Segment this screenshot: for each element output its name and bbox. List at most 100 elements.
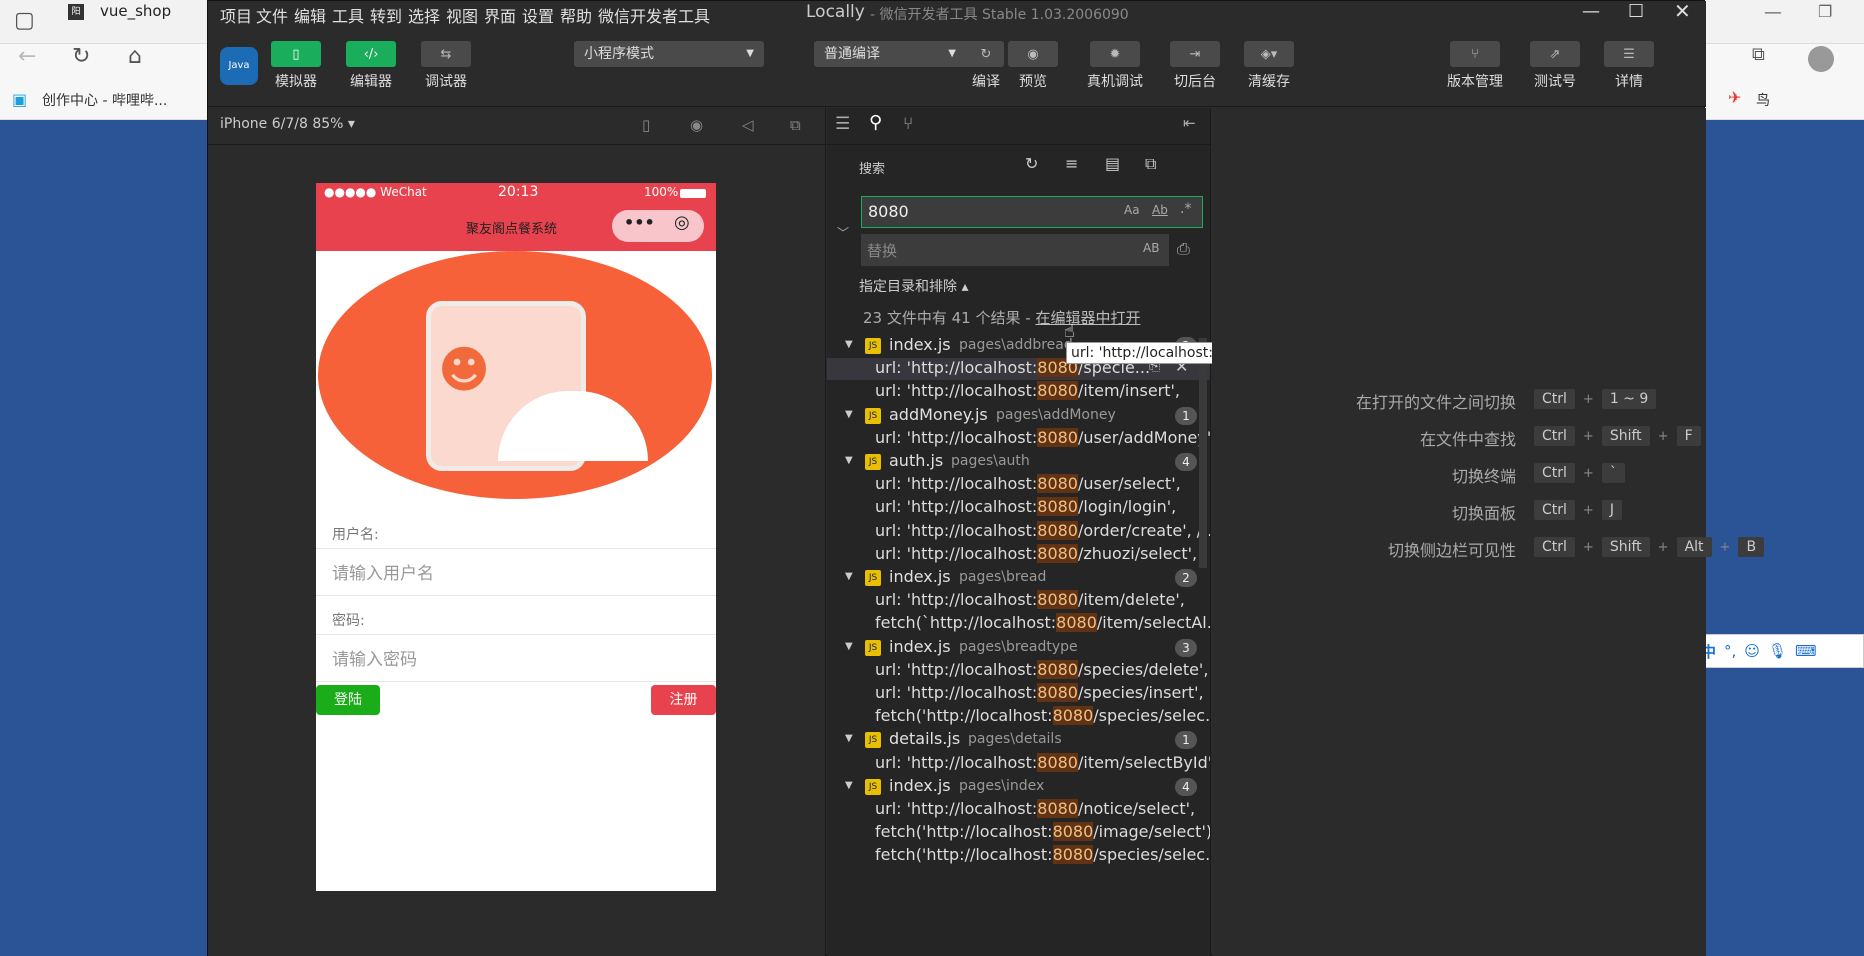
menu-item[interactable]: 项目 xyxy=(220,3,252,27)
menu-item[interactable]: 设置 xyxy=(522,3,554,27)
device-select[interactable]: iPhone 6/7/8 85% ▾ xyxy=(220,116,355,132)
result-line[interactable]: fetch('http://localhost:8080/image/selec… xyxy=(827,822,1210,844)
menu-item[interactable]: 选择 xyxy=(408,3,440,27)
keyboard-icon[interactable]: ⌨ xyxy=(1795,642,1817,660)
project-avatar[interactable]: Java xyxy=(220,47,258,85)
result-line[interactable]: fetch('http://localhost:8080/species/sel… xyxy=(827,706,1210,728)
collections-icon[interactable]: ⧉ xyxy=(1752,44,1765,65)
record-icon[interactable]: ◉ xyxy=(690,116,703,134)
git-icon[interactable]: ⑂ xyxy=(903,114,913,134)
browser-tab-title[interactable]: vue_shop xyxy=(100,2,171,20)
browser-minimize-icon[interactable]: — xyxy=(1764,2,1782,23)
regex-icon[interactable]: .* xyxy=(1180,201,1191,217)
result-line[interactable]: url: 'http://localhost:8080/user/addMone… xyxy=(827,427,1210,450)
sidebar-toggle-icon[interactable]: ▢ xyxy=(14,8,35,33)
real-debug-button[interactable]: ✹ xyxy=(1090,41,1140,67)
whole-word-icon[interactable]: Ab xyxy=(1152,203,1168,217)
menu-item[interactable]: 转到 xyxy=(370,3,402,27)
more-icon[interactable]: ••• xyxy=(624,213,655,232)
expand-arrow-icon[interactable]: ▼ xyxy=(845,780,853,791)
browser-restore-icon[interactable]: ❐ xyxy=(1818,2,1832,21)
close-icon[interactable]: ✕ xyxy=(1674,0,1691,23)
menu-item[interactable]: 微信开发者工具 xyxy=(598,3,710,27)
test-account-button[interactable]: ⇗ xyxy=(1530,41,1580,67)
explorer-icon[interactable]: ☰ xyxy=(835,114,850,134)
clear-cache-button[interactable]: ◈▾ xyxy=(1244,41,1294,67)
expand-arrow-icon[interactable]: ▼ xyxy=(845,339,853,350)
login-button[interactable]: 登陆 xyxy=(316,685,380,715)
search-input[interactable]: 8080 Aa Ab .* xyxy=(861,196,1203,228)
result-line[interactable]: url: 'http://localhost:8080/order/create… xyxy=(827,520,1210,543)
result-line[interactable]: url: 'http://localhost:8080/item/selectB… xyxy=(827,752,1210,775)
search-icon[interactable]: ⚲ xyxy=(869,112,882,133)
home-icon[interactable]: ⌂ xyxy=(128,44,142,69)
result-line[interactable]: fetch('http://localhost:8080/species/sel… xyxy=(827,845,1210,867)
toggle-replace-icon[interactable]: ﹀ xyxy=(837,224,849,241)
expand-arrow-icon[interactable]: ▼ xyxy=(845,571,853,582)
mic-icon[interactable]: 🎙 xyxy=(1768,642,1787,660)
scope-toggle[interactable]: 指定目录和排除 ▴ xyxy=(859,276,968,296)
compile-button[interactable]: ↻ xyxy=(968,41,1004,67)
result-file-row[interactable]: ▼ JS addMoney.js pages\addMoney 1 xyxy=(827,405,1210,427)
profile-avatar[interactable] xyxy=(1808,46,1834,72)
menu-item[interactable]: 工具 xyxy=(332,3,364,27)
emoji-icon[interactable]: ☺ xyxy=(1744,642,1760,660)
menu-item[interactable]: 视图 xyxy=(446,3,478,27)
result-line[interactable]: url: 'http://localhost:8080/login/login'… xyxy=(827,497,1210,519)
details-button[interactable]: ☰ xyxy=(1604,41,1654,67)
close-capsule-icon[interactable]: ◎ xyxy=(674,212,690,233)
menu-item[interactable]: 界面 xyxy=(484,3,516,27)
expand-arrow-icon[interactable]: ▼ xyxy=(845,641,853,652)
capsule-menu[interactable]: ••• ◎ xyxy=(612,210,704,242)
minimize-icon[interactable]: — xyxy=(1582,1,1600,22)
bookmark-item[interactable]: 创作中心 - 哔哩哔... xyxy=(42,90,167,110)
match-case-icon[interactable]: Aa xyxy=(1124,203,1140,217)
replace-all-icon[interactable]: ⎙ xyxy=(1177,239,1190,259)
editor-toggle[interactable]: ‹/› xyxy=(346,41,396,67)
expand-arrow-icon[interactable]: ▼ xyxy=(845,733,853,744)
result-line[interactable]: url: 'http://localhost:8080/zhuozi/selec… xyxy=(827,543,1210,566)
result-line[interactable]: url: 'http://localhost:8080/item/delete'… xyxy=(827,590,1210,612)
replace-input[interactable]: 替换 AB xyxy=(861,234,1169,266)
phone-rotate-icon[interactable]: ▯ xyxy=(642,116,650,134)
expand-arrow-icon[interactable]: ▼ xyxy=(845,409,853,420)
bookmark-icon[interactable]: ✈ xyxy=(1728,88,1741,107)
punctuation-icon[interactable]: °, xyxy=(1724,642,1736,660)
menu-item[interactable]: 编辑 xyxy=(294,3,326,27)
username-input[interactable]: 请输入用户名 xyxy=(332,559,434,584)
background-button[interactable]: ⇥ xyxy=(1170,41,1220,67)
preserve-case-icon[interactable]: AB xyxy=(1143,241,1159,255)
reload-icon[interactable]: ↻ xyxy=(72,44,90,69)
collapse-all-icon[interactable]: ⧉ xyxy=(1145,154,1156,174)
popout-icon[interactable]: ⧉ xyxy=(790,116,801,134)
result-line[interactable]: url: 'http://localhost:8080/item/insert'… xyxy=(827,381,1210,403)
mode-select[interactable]: 小程序模式 ▼ xyxy=(574,41,764,67)
clear-results-icon[interactable]: ≡ xyxy=(1065,154,1078,173)
refresh-icon[interactable]: ↻ xyxy=(1025,154,1038,173)
result-line[interactable]: url: 'http://localhost:8080/species/dele… xyxy=(827,659,1210,682)
result-file-row[interactable]: ▼ JS index.js pages\breadtype 3 xyxy=(827,637,1210,659)
volume-icon[interactable]: ◁ xyxy=(742,116,754,134)
result-line[interactable]: url: 'http://localhost:8080/user/select'… xyxy=(827,474,1210,496)
version-button[interactable]: ⑂ xyxy=(1450,41,1500,67)
collapse-panel-icon[interactable]: ⇤ xyxy=(1183,114,1196,132)
result-file-row[interactable]: ▼ JS auth.js pages\auth 4 xyxy=(827,451,1210,473)
bookmark-item-2[interactable]: 鸟 xyxy=(1756,90,1770,110)
expand-arrow-icon[interactable]: ▼ xyxy=(845,455,853,466)
result-line[interactable]: fetch(`http://localhost:8080/item/select… xyxy=(827,613,1210,635)
register-button[interactable]: 注册 xyxy=(651,685,716,715)
preview-button[interactable]: ◉ xyxy=(1008,41,1058,67)
result-line[interactable]: url: 'http://localhost:8080/species/inse… xyxy=(827,683,1210,705)
menu-item[interactable]: 帮助 xyxy=(560,3,592,27)
simulator-toggle[interactable]: ▯ xyxy=(271,41,321,67)
back-icon[interactable]: ← xyxy=(18,44,36,69)
result-file-row[interactable]: ▼ JS index.js pages\index 4 xyxy=(827,776,1210,798)
result-line[interactable]: url: 'http://localhost:8080/notice/selec… xyxy=(827,799,1210,821)
result-file-row[interactable]: ▼ JS details.js pages\details 1 xyxy=(827,729,1210,751)
result-file-row[interactable]: ▼ JS index.js pages\bread 2 xyxy=(827,567,1210,589)
scrollbar[interactable] xyxy=(1199,338,1207,568)
maximize-icon[interactable]: ☐ xyxy=(1628,1,1644,22)
new-search-icon[interactable]: ▤ xyxy=(1105,154,1120,173)
password-input[interactable]: 请输入密码 xyxy=(332,645,417,670)
debugger-toggle[interactable]: ⇆ xyxy=(421,41,471,67)
